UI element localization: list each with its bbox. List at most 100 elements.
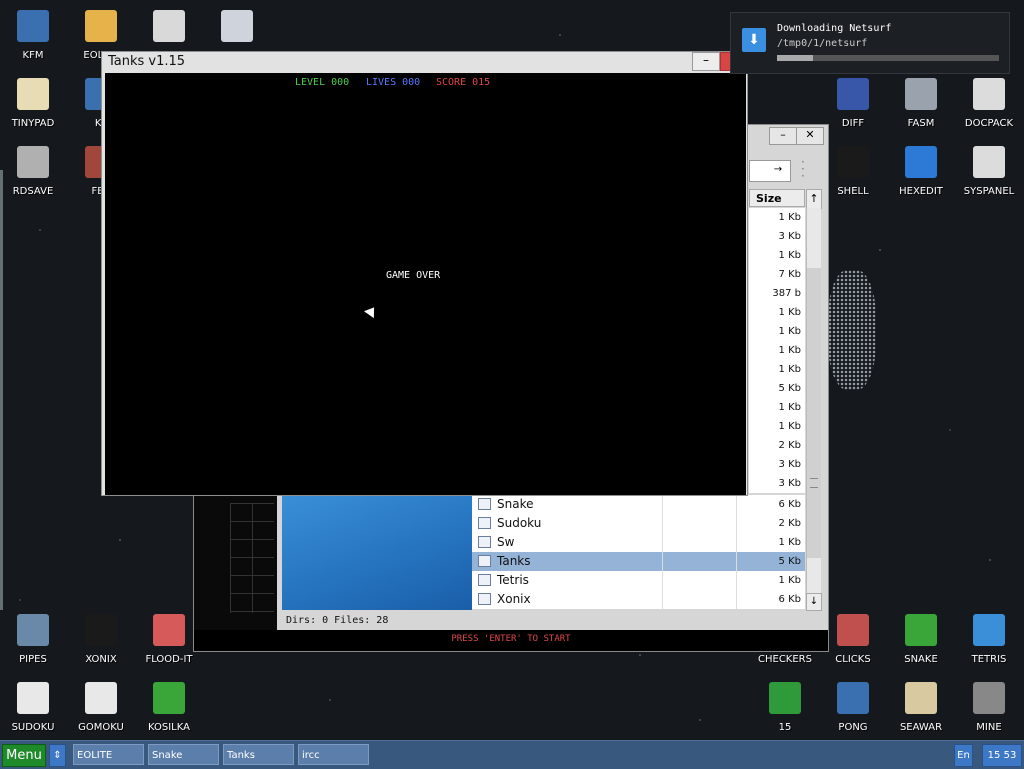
fm-minimize-button[interactable]: –	[769, 127, 797, 145]
size-cell: 1 Kb	[778, 364, 801, 375]
clock[interactable]: 15 53	[982, 744, 1022, 767]
desktop-icon-label: DIFF	[841, 118, 865, 129]
desktop-icon-1[interactable]: CLICKS	[820, 614, 886, 665]
file-icon	[478, 517, 491, 529]
desktop-icon-3[interactable]: SUDOKU	[0, 682, 66, 733]
file-name: Tanks	[497, 554, 531, 568]
desktop-icon-3[interactable]: TETRIS	[956, 614, 1022, 665]
desktop-icon-label: SEAWAR	[899, 722, 943, 733]
file-name: Sudoku	[497, 516, 542, 530]
lives-counter: LIVES 000	[366, 77, 421, 88]
desktop-icon-5[interactable]: PONG	[820, 682, 886, 733]
file-size: 6 Kb	[778, 499, 801, 510]
tanks-window-title: Tanks v1.15	[108, 54, 186, 69]
size-cell: 387 b	[772, 288, 801, 299]
taskbar-item-tanks[interactable]: Tanks	[223, 744, 294, 765]
flood-it-icon	[153, 614, 185, 646]
mine-icon	[973, 682, 1005, 714]
desktop-icon-label: CLICKS	[835, 654, 871, 665]
size-cell: 1 Kb	[778, 307, 801, 318]
size-cell: 1 Kb	[778, 326, 801, 337]
file-row-xonix[interactable]: Xonix 6 Kb	[472, 590, 805, 609]
fm-close-button[interactable]: ✕	[796, 127, 824, 145]
desktop-icon-1[interactable]: FASM	[888, 78, 954, 129]
fm-more-icon[interactable]: · · ·	[801, 156, 811, 182]
file-list[interactable]: Snake 6 Kb Sudoku 2 Kb Sw 1 Kb Tanks 5 Kb Tetris…	[472, 495, 805, 609]
fm-scroll-down-button[interactable]: ↓	[806, 593, 822, 611]
size-cell: 5 Kb	[778, 383, 801, 394]
file-row-sudoku[interactable]: Sudoku 2 Kb	[472, 514, 805, 533]
download-arrow-icon: ⬇	[742, 28, 766, 52]
desktop-icon-4[interactable]: 15	[752, 682, 818, 733]
desktop-icon-2[interactable]: DOCPACK	[956, 78, 1022, 129]
taskbar-item-ircc[interactable]: ircc	[298, 744, 369, 765]
switch-windows-button[interactable]: ⇕	[49, 744, 66, 767]
desktop-icon-label: 15	[778, 722, 792, 733]
size-column-values: 1 Kb 3 Kb 1 Kb 7 Kb 387 b 1 Kb 1 Kb 1 Kb 1 Kb 5 K…	[749, 208, 805, 493]
desktop-icon-0[interactable]: KFM	[0, 10, 66, 61]
desktop-icon-label: SNAKE	[904, 654, 938, 665]
desktop-icon-label: XONIX	[85, 654, 117, 665]
desktop-icon-2[interactable]	[136, 10, 202, 50]
fm-scrollbar-thumb[interactable]	[807, 268, 821, 558]
desktop-icon-5[interactable]: SYSPANEL	[956, 146, 1022, 197]
file-row-snake[interactable]: Snake 6 Kb	[472, 495, 805, 514]
gomoku-icon	[85, 682, 117, 714]
file-name: Xonix	[497, 592, 531, 606]
desktop-icon-label: PONG	[838, 722, 868, 733]
file-row-sw[interactable]: Sw 1 Kb	[472, 533, 805, 552]
size-cell: 1 Kb	[778, 421, 801, 432]
file-row-tanks[interactable]: Tanks 5 Kb	[472, 552, 805, 571]
seawar-icon	[905, 682, 937, 714]
size-cell: 3 Kb	[778, 478, 801, 489]
fasm-icon	[905, 78, 937, 110]
desktop-icon-2[interactable]: SNAKE	[888, 614, 954, 665]
fm-status-bar: Dirs: 0 Files: 28	[278, 611, 812, 631]
file-icon	[478, 593, 491, 605]
desktop-icon-5[interactable]: KOSILKA	[136, 682, 202, 733]
desktop-icon-3[interactable]: SHELL	[820, 146, 886, 197]
file-size: 6 Kb	[778, 594, 801, 605]
fm-go-arrow-icon[interactable]: →	[770, 162, 786, 178]
desktop-icon-0[interactable]: DIFF	[820, 78, 886, 129]
size-column-header[interactable]: Size	[749, 189, 805, 207]
desktop-icon-7[interactable]: MINE	[956, 682, 1022, 733]
taskbar-item-snake[interactable]: Snake	[148, 744, 219, 765]
fm-scrollbar[interactable]	[806, 208, 821, 603]
file-size: 1 Kb	[778, 537, 801, 548]
language-indicator[interactable]: En	[954, 744, 973, 767]
tanks-game-canvas[interactable]: LEVEL 000 LIVES 000 SCORE 015 GAME OVER	[105, 73, 746, 495]
desktop-icon-4[interactable]: TINYPAD	[0, 78, 66, 129]
desktop-icon-label: RDSAVE	[12, 186, 54, 197]
calculator-icon	[221, 10, 253, 42]
taskbar-item-eolite[interactable]: EOLITE	[73, 744, 144, 765]
file-type-cell	[662, 495, 737, 514]
taskbar: Menu ⇕ EOLITE Snake Tanks ircc En 15 53	[0, 740, 1024, 769]
menu-button[interactable]: Menu	[2, 744, 46, 767]
file-row-tetris[interactable]: Tetris 1 Kb	[472, 571, 805, 590]
desktop-icon-4[interactable]: HEXEDIT	[888, 146, 954, 197]
desktop-icon-6[interactable]: RDSAVE	[0, 146, 66, 197]
desktop-icon-label: FLOOD-IT	[145, 654, 193, 665]
file-icon	[478, 555, 491, 567]
download-notification[interactable]: ⬇ Downloading Netsurf /tmp0/1/netsurf	[730, 12, 1010, 74]
lawnmower-icon	[153, 682, 185, 714]
desktop-icon-3[interactable]	[204, 10, 270, 50]
tanks-minimize-button[interactable]: –	[692, 52, 720, 71]
hidden-panel-edge	[0, 170, 3, 610]
desktop-icon-0[interactable]: PIPES	[0, 614, 66, 665]
file-icon	[478, 498, 491, 510]
desktop-icon-6[interactable]: SEAWAR	[888, 682, 954, 733]
fifteen-puzzle-icon	[769, 682, 801, 714]
file-icon	[478, 574, 491, 586]
desktop-icon-4[interactable]: GOMOKU	[68, 682, 134, 733]
sort-arrow-button[interactable]: ↑	[806, 189, 822, 209]
game-preview-panel	[194, 495, 277, 650]
tanks-window[interactable]: Tanks v1.15 – LEVEL 000 LIVES 000 SCORE …	[101, 51, 748, 496]
desktop-icon-label: SYSPANEL	[963, 186, 1015, 197]
file-type-cell	[662, 514, 737, 533]
desktop-icon-1[interactable]: XONIX	[68, 614, 134, 665]
size-cell: 1 Kb	[778, 345, 801, 356]
level-counter: LEVEL 000	[295, 77, 350, 88]
desktop-icon-label: KFM	[22, 50, 44, 61]
